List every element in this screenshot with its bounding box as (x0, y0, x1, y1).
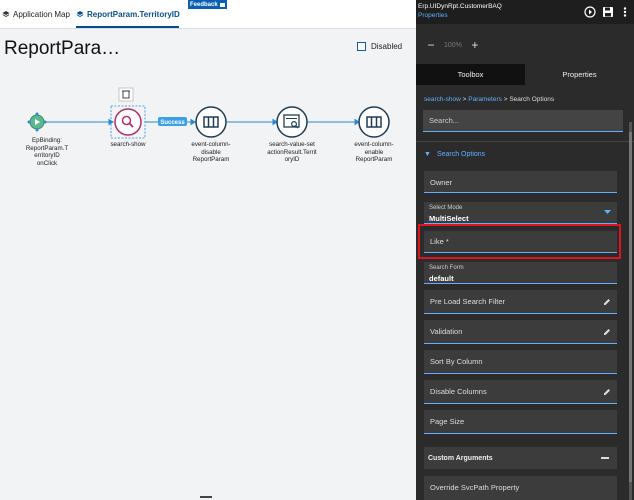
delete-button (118, 87, 134, 102)
panel-header: Erp.UIDynRpt.CustomerBAQ Properties (416, 0, 634, 24)
edit-icon[interactable] (603, 388, 611, 396)
node-label-line: search-show (110, 141, 146, 148)
node-label-line: onClick (36, 159, 58, 167)
page-size-field[interactable]: Page Size (424, 410, 617, 434)
field-value: default (429, 274, 454, 283)
breadcrumb: search-show > Parameters > Search Option… (424, 96, 554, 103)
node-label-line: actionResult.Territ (267, 148, 317, 156)
layers-icon (2, 11, 10, 17)
panel-tabs: Toolbox Properties (416, 64, 634, 85)
event-column-disable-node[interactable] (195, 106, 227, 138)
field-value: MultiSelect (429, 214, 469, 223)
search-form-field[interactable]: Search Form default (424, 262, 617, 284)
highlight-box (418, 224, 621, 259)
search-options-section-header[interactable]: ▼ Search Options (424, 151, 485, 158)
success-badge[interactable]: Success (158, 117, 187, 126)
success-label: Success (160, 120, 185, 126)
node-label-line: EpBinding: (32, 137, 62, 144)
node-label: EpBinding: ReportParam.T erritoryID onCl… (12, 137, 82, 167)
scroll-handle[interactable] (200, 496, 212, 498)
tab-application-map[interactable]: Application Map (2, 0, 70, 28)
divider (416, 141, 634, 142)
tab-label: Application Map (13, 9, 70, 19)
sort-by-column-field[interactable]: Sort By Column (424, 350, 617, 374)
checkbox-box[interactable] (357, 42, 366, 51)
chevron-down-icon: ▼ (424, 151, 431, 158)
section-title: Search Options (436, 151, 486, 158)
event-column-enable-node[interactable] (358, 106, 390, 138)
pre-load-search-filter-field[interactable]: Pre Load Search Filter (424, 290, 617, 314)
node-label-line: oryID (284, 156, 300, 163)
node-label-line: ReportParam (192, 156, 230, 163)
override-svcpath-field[interactable]: Override SvcPath Property (424, 476, 617, 500)
page-title: ReportPara… (4, 38, 121, 59)
panel-title: Erp.UIDynRpt.CustomerBAQ (418, 3, 502, 10)
panel-subtitle[interactable]: Properties (418, 12, 448, 19)
node-label: search-value-set actionResult.Territ ory… (257, 141, 327, 164)
connector-arrow (190, 118, 196, 126)
save-icon[interactable] (602, 6, 614, 18)
node-label: event-column- disable ReportParam (176, 141, 246, 164)
field-label: Page Size (430, 417, 465, 426)
owner-field[interactable]: Owner (424, 171, 617, 193)
validation-field[interactable]: Validation (424, 320, 617, 344)
scrollbar-thumb[interactable] (629, 132, 632, 482)
disable-columns-field[interactable]: Disable Columns (424, 380, 617, 404)
tab-reportparam-territoryid[interactable]: ReportParam.TerritoryID (76, 0, 180, 28)
flow-designer: Application Map ReportParam.TerritoryID … (0, 0, 416, 500)
feedback-label: Feedback (190, 1, 218, 8)
checkbox-label: Disabled (371, 42, 403, 51)
node-label-line: event-column- (354, 141, 394, 148)
field-label: Validation (430, 327, 463, 336)
disabled-checkbox[interactable]: Disabled (357, 42, 402, 51)
tab-label: ReportParam.TerritoryID (87, 9, 180, 19)
search-value-set-node[interactable] (276, 106, 308, 138)
field-label: Search Form (429, 265, 464, 271)
node-label-line: event-column- (191, 141, 231, 148)
tab-properties[interactable]: Properties (525, 64, 634, 85)
field-label: Pre Load Search Filter (430, 297, 506, 306)
property-search-input[interactable]: Search... (423, 110, 623, 132)
search-show-node[interactable] (110, 87, 146, 139)
field-label: Override SvcPath Property (430, 483, 520, 492)
tab-bar: Application Map ReportParam.TerritoryID … (0, 0, 416, 29)
node-label-line: ReportParam (355, 156, 393, 163)
node-label: event-column- enable ReportParam (339, 141, 409, 164)
layers-icon (76, 11, 84, 17)
field-label: Select Mode (429, 205, 463, 211)
zoom-level: 100% (444, 41, 462, 49)
feedback-button[interactable]: Feedback (188, 0, 227, 9)
dropdown-arrow-icon[interactable] (604, 210, 611, 215)
field-label: Owner (430, 178, 453, 187)
trigger-node[interactable] (27, 112, 47, 132)
section-title: Custom Arguments (428, 454, 493, 462)
custom-arguments-section-header[interactable]: Custom Arguments (424, 447, 617, 469)
edit-icon[interactable] (603, 328, 611, 336)
collapse-icon[interactable] (601, 457, 609, 459)
more-options-icon[interactable] (619, 6, 631, 18)
node-label-line: search-value-set (269, 141, 315, 148)
edit-icon[interactable] (603, 298, 611, 306)
tab-toolbox[interactable]: Toolbox (416, 64, 525, 85)
node-label-line: ReportParam.T (25, 144, 69, 152)
select-mode-field[interactable]: Select Mode MultiSelect (424, 202, 617, 224)
node-label-line: enable (364, 148, 384, 156)
node-label-line: erritoryID (34, 152, 60, 159)
zoom-out-button[interactable]: − (424, 38, 438, 52)
comment-icon (219, 2, 225, 7)
zoom-control: − 100% + (424, 36, 482, 54)
field-label: Sort By Column (430, 357, 483, 366)
field-label: Disable Columns (430, 387, 487, 396)
active-tab-indicator (76, 26, 179, 28)
scrollbar[interactable] (629, 122, 632, 500)
breadcrumb-search-show[interactable]: search-show (424, 96, 461, 103)
breadcrumb-current: Search Options (509, 96, 555, 103)
node-label: search-show (93, 141, 163, 149)
zoom-in-button[interactable]: + (468, 38, 482, 52)
breadcrumb-parameters[interactable]: Parameters (468, 96, 502, 103)
node-label-line: disable (201, 148, 221, 156)
run-icon[interactable] (584, 6, 596, 18)
